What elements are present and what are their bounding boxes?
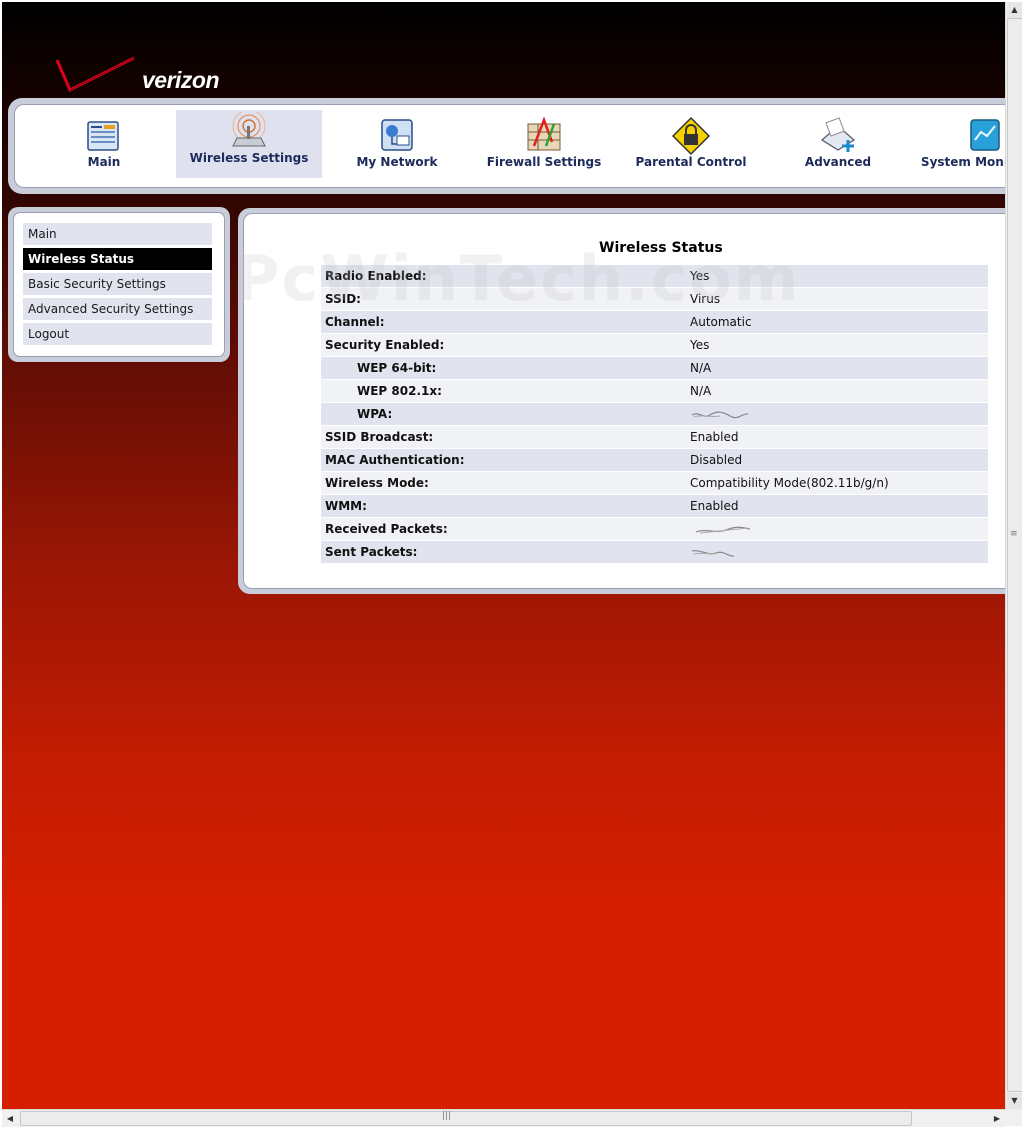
main-icon: [87, 121, 119, 151]
verizon-check-icon: [55, 56, 135, 93]
nav-advanced[interactable]: Advanced: [765, 114, 911, 182]
row-value: Virus: [686, 287, 988, 311]
row-value: Enabled: [686, 425, 988, 449]
horizontal-scrollbar[interactable]: ◀ ||| ▶: [2, 1109, 1005, 1127]
brand-text: verizon: [142, 67, 220, 93]
top-nav-panel: Main Wireless Settings My Network Firewa…: [14, 104, 1005, 188]
row-value: Disabled: [686, 448, 988, 472]
table-row: MAC Authentication: Disabled: [321, 448, 988, 472]
nav-system-monitoring[interactable]: System Monitoring: [912, 114, 1005, 182]
scroll-up-icon[interactable]: ▲: [1007, 2, 1022, 18]
row-key: Radio Enabled:: [321, 265, 686, 288]
redaction-scribble-icon: [691, 549, 735, 557]
row-value-redacted: [686, 540, 988, 564]
scroll-left-icon[interactable]: ◀: [2, 1111, 18, 1126]
row-key: WEP 64-bit:: [321, 356, 686, 380]
nav-label: Parental Control: [635, 155, 747, 169]
content-inner: Wireless Status Radio Enabled: Yes SSID:…: [234, 213, 1005, 589]
row-key: Sent Packets:: [321, 540, 686, 564]
nav-label: Main: [87, 155, 121, 169]
row-key: MAC Authentication:: [321, 448, 686, 472]
row-key: Security Enabled:: [321, 333, 686, 357]
table-row: SSID: Virus: [321, 287, 988, 311]
scroll-right-icon[interactable]: ▶: [989, 1111, 1005, 1126]
row-value: Compatibility Mode(802.11b/g/n): [686, 471, 988, 495]
firewall-icon: [527, 116, 561, 151]
table-row: Received Packets:: [321, 517, 988, 541]
nav-label: My Network: [356, 155, 438, 169]
top-nav: Main Wireless Settings My Network Firewa…: [8, 98, 1005, 194]
vertical-scrollbar[interactable]: ▲ ≡ ▼: [1005, 2, 1022, 1109]
row-value: Automatic: [686, 310, 988, 334]
nav-main[interactable]: Main: [31, 114, 177, 182]
table-row: WEP 802.1x: N/A: [321, 379, 988, 403]
content-panel: Wireless Status Radio Enabled: Yes SSID:…: [234, 208, 1005, 594]
row-key: Wireless Mode:: [321, 471, 686, 495]
side-nav: Main Wireless Status Basic Security Sett…: [8, 207, 230, 362]
network-icon: [381, 119, 413, 151]
nav-label: Advanced: [804, 155, 872, 169]
table-row: Sent Packets:: [321, 540, 988, 564]
table-row: Channel: Automatic: [321, 310, 988, 334]
redaction-scribble-icon: [695, 526, 751, 533]
table-row: WPA:: [321, 402, 988, 426]
row-key: WEP 802.1x:: [321, 379, 686, 403]
row-key: Received Packets:: [321, 517, 686, 541]
grip-icon: ≡: [1010, 529, 1018, 539]
nav-parental-control[interactable]: Parental Control: [618, 114, 764, 182]
nav-my-network[interactable]: My Network: [324, 114, 470, 182]
row-value: Enabled: [686, 494, 988, 518]
nav-label: Firewall Settings: [486, 155, 602, 169]
page-title: Wireless Status: [599, 240, 723, 256]
browser-viewport: verizon Main Wireless Settings My Networ…: [2, 2, 1005, 1109]
nav-label: Wireless Settings: [189, 151, 309, 165]
vertical-scroll-thumb[interactable]: [1007, 18, 1022, 1092]
side-nav-panel: Main Wireless Status Basic Security Sett…: [13, 212, 225, 357]
table-row: Radio Enabled: Yes: [321, 265, 988, 288]
row-value: Yes: [686, 265, 988, 288]
advanced-icon: [820, 117, 856, 152]
row-key: Channel:: [321, 310, 686, 334]
row-value-redacted: [686, 402, 988, 426]
table-row: WMM: Enabled: [321, 494, 988, 518]
row-value-redacted: [686, 517, 988, 541]
lock-icon: [671, 116, 711, 156]
table-row: SSID Broadcast: Enabled: [321, 425, 988, 449]
row-value: N/A: [686, 379, 988, 403]
wireless-icon: [232, 112, 266, 147]
nav-label: System Monitoring: [920, 155, 1005, 169]
sidebar-item-wireless-status[interactable]: Wireless Status: [23, 248, 212, 270]
status-table: Radio Enabled: Yes SSID: Virus Channel: …: [321, 265, 988, 564]
scroll-down-icon[interactable]: ▼: [1007, 1093, 1022, 1109]
redaction-scribble-icon: [691, 411, 749, 418]
row-key: SSID:: [321, 287, 686, 311]
row-key: SSID Broadcast:: [321, 425, 686, 449]
row-value: N/A: [686, 356, 988, 380]
grip-icon: |||: [442, 1111, 452, 1121]
sidebar-item-advanced-security[interactable]: Advanced Security Settings: [23, 298, 212, 320]
sidebar-item-logout[interactable]: Logout: [23, 323, 212, 345]
table-row: WEP 64-bit: N/A: [321, 356, 988, 380]
table-row: Wireless Mode: Compatibility Mode(802.11…: [321, 471, 988, 495]
nav-firewall-settings[interactable]: Firewall Settings: [471, 114, 617, 182]
sidebar-item-main[interactable]: Main: [23, 223, 212, 245]
scrollbar-corner: [1005, 1109, 1022, 1126]
sidebar-item-basic-security[interactable]: Basic Security Settings: [23, 273, 212, 295]
row-key: WPA:: [321, 402, 686, 426]
row-value: Yes: [686, 333, 988, 357]
horizontal-scroll-thumb[interactable]: [20, 1111, 912, 1126]
verizon-logo: verizon: [54, 54, 240, 98]
row-key: WMM:: [321, 494, 686, 518]
monitor-icon: [970, 119, 1000, 151]
nav-wireless-settings[interactable]: Wireless Settings: [176, 110, 322, 178]
table-row: Security Enabled: Yes: [321, 333, 988, 357]
